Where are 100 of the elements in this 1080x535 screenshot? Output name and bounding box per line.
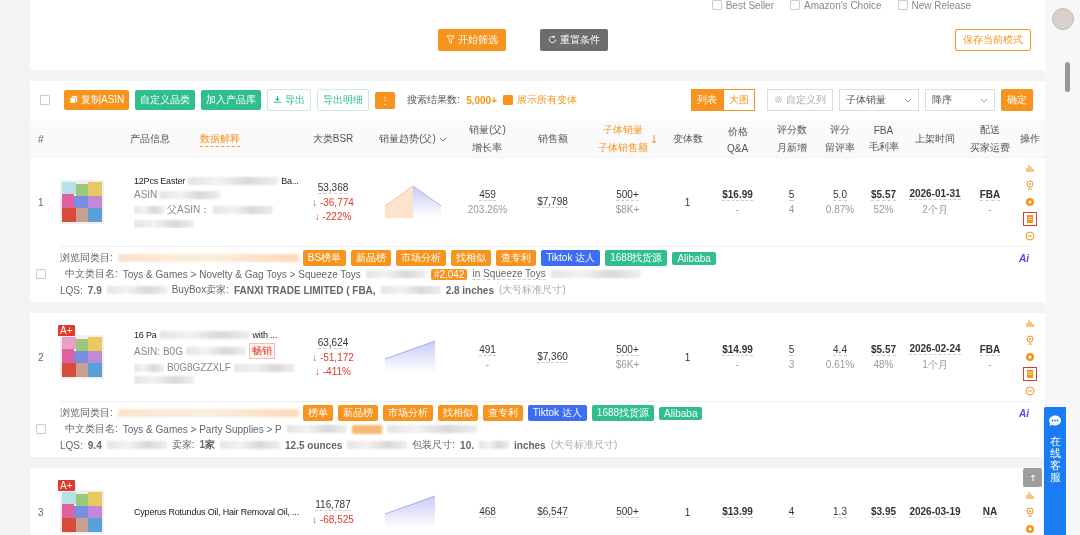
sort-field-select[interactable]: 子体销量	[839, 89, 919, 111]
column-header[interactable]: 大类BSR	[312, 132, 354, 146]
sort-order-select[interactable]: 降序	[925, 89, 995, 111]
column-header[interactable]: 子体销量	[603, 123, 643, 137]
info-value: 7.9	[87, 284, 102, 296]
tool-tag[interactable]: 查专利	[482, 405, 523, 421]
start-filter-button[interactable]: 开始筛选	[437, 29, 506, 51]
table-cell: $14.99	[722, 344, 753, 356]
column-header[interactable]: FBA	[873, 124, 894, 136]
table-cell: 5	[788, 189, 795, 201]
custom-columns-button[interactable]: 自定义列	[767, 89, 833, 111]
view-tab[interactable]: 列表	[691, 89, 723, 111]
column-header[interactable]: 销量(父)	[469, 123, 506, 137]
browse-category-label: 浏览同类目:	[60, 251, 113, 265]
save-mode-button[interactable]: 保存当前模式	[955, 29, 1031, 51]
tool-tag[interactable]: Tiktok 达人	[527, 405, 587, 421]
column-header[interactable]: 销售额	[537, 132, 568, 146]
column-header[interactable]: Q&A	[726, 142, 749, 154]
table-cell: 2个月	[922, 202, 948, 217]
rank-category[interactable]: in Squeeze Toys	[472, 268, 546, 280]
info-value: 2.8 inches	[445, 284, 494, 296]
product-title[interactable]: Ba...	[281, 176, 299, 186]
ai-button[interactable]: Ai	[1019, 407, 1029, 419]
table-cell: $7,798	[537, 196, 568, 208]
bsr-change-percent: ↓ -222%	[314, 211, 352, 222]
tool-tag[interactable]: 新品榜	[337, 405, 378, 421]
column-header[interactable]: 操作	[1020, 132, 1040, 146]
table-cell: 500+	[616, 506, 639, 518]
parent-asin-label: B0G8GZZXLF	[167, 362, 231, 373]
online-service-button[interactable]: 在线客服	[1044, 407, 1066, 535]
bsr-value: 63,624	[317, 337, 349, 349]
tool-tag[interactable]: 市场分析	[396, 250, 447, 266]
table-cell: $6K+	[615, 359, 640, 370]
info-label: 卖家:	[171, 438, 195, 452]
column-header[interactable]: 子体销售额	[598, 141, 648, 155]
product-title[interactable]: Cyperus Rotundus Oil, Hair Removal Oil, ...	[134, 507, 299, 517]
toolbar-button[interactable]: 导出明细	[317, 89, 370, 111]
tool-tag[interactable]: 找相似	[437, 405, 478, 421]
product-title[interactable]: with ...	[252, 330, 277, 340]
category-path[interactable]: Toys & Games > Party Supplies > P	[122, 423, 282, 435]
tool-tag[interactable]: 榜单	[302, 405, 333, 421]
toolbar-button[interactable]: 复制ASIN	[64, 90, 130, 110]
tool-tag[interactable]: 1688找货源	[591, 405, 655, 421]
column-header[interactable]: 月新增	[776, 141, 807, 155]
toolbar-button[interactable]: 自定义品类	[135, 90, 196, 110]
column-header[interactable]: 产品信息	[130, 132, 170, 146]
tool-tag[interactable]: 查专利	[496, 250, 537, 266]
tool-tag[interactable]: 市场分析	[382, 405, 433, 421]
size-note: (大号标准尺寸)	[550, 438, 618, 452]
tool-tag[interactable]: 新品榜	[351, 250, 392, 266]
tool-tag[interactable]: 找相似	[451, 250, 492, 266]
table-cell: 2026-03-19	[909, 506, 961, 518]
product-title[interactable]: 16 Pa	[134, 330, 157, 340]
info-value: 10.	[460, 439, 474, 451]
column-header[interactable]: 毛利率	[868, 139, 899, 154]
column-header[interactable]: 评分数	[776, 123, 807, 137]
tool-tag[interactable]: 1688找货源	[605, 250, 668, 266]
table-cell: 468	[479, 506, 496, 518]
data-explain-link[interactable]: 数据解释	[200, 131, 240, 147]
product-title[interactable]: 12Pcs Easter	[134, 176, 186, 186]
tool-tag[interactable]: Alibaba	[659, 406, 703, 420]
filter-checkbox[interactable]: New Release	[897, 0, 971, 11]
table-cell: 4	[788, 204, 795, 215]
table-cell: -	[735, 359, 740, 370]
column-header[interactable]: 增长率	[472, 141, 503, 155]
bsr-change: ↓ -36,774	[312, 197, 354, 208]
reset-button[interactable]: 重置条件	[539, 29, 608, 51]
tool-tag[interactable]: BS榜单	[302, 250, 347, 266]
column-header[interactable]: 上架时间	[915, 132, 955, 146]
column-header[interactable]: 价格	[727, 124, 748, 139]
info-value: 12.5 ounces	[285, 439, 343, 451]
ai-button[interactable]: Ai	[1019, 252, 1029, 264]
toolbar-button[interactable]: 导出	[267, 89, 312, 111]
category-path[interactable]: Toys & Games > Novelty & Gag Toys > Squeeze Toys	[122, 268, 361, 280]
filter-checkbox[interactable]: Best Seller	[711, 0, 774, 11]
category-label: 中文类目名:	[65, 267, 118, 281]
column-header[interactable]: 变体数	[672, 132, 703, 146]
table-cell: $16.99	[722, 189, 753, 201]
tool-tag[interactable]: Alibaba	[672, 251, 716, 265]
table-cell: 52%	[873, 204, 894, 215]
info-label: BuyBox卖家:	[171, 283, 229, 297]
table-cell: -	[485, 359, 490, 370]
column-header[interactable]: 评分	[830, 123, 850, 137]
asin-label: ASIN: B0G	[134, 345, 183, 357]
show-variants-checkbox[interactable]: 展示所有变体	[503, 93, 577, 107]
column-header[interactable]: 留评率	[825, 141, 855, 155]
row-number: 1	[38, 196, 44, 208]
info-value: FANXI TRADE LIMITED ( FBA,	[233, 284, 376, 296]
toolbar-button[interactable]: 加入产品库	[201, 90, 262, 110]
view-tab[interactable]: 大图	[723, 89, 755, 111]
confirm-button[interactable]: 确定	[1001, 89, 1033, 111]
column-header[interactable]: #	[38, 133, 44, 145]
column-header[interactable]: 销量趋势(父)	[379, 132, 436, 146]
toolbar-button[interactable]: ⋮	[375, 91, 396, 109]
filter-checkbox[interactable]: Amazon's Choice	[790, 0, 882, 11]
column-header[interactable]: 配送	[980, 123, 1000, 137]
tool-tag[interactable]: Tiktok 达人	[541, 250, 601, 266]
bsr-change: ↓ -68,525	[312, 514, 354, 525]
table-cell: 4	[788, 506, 795, 518]
column-header[interactable]: 买家运费	[970, 141, 1010, 155]
